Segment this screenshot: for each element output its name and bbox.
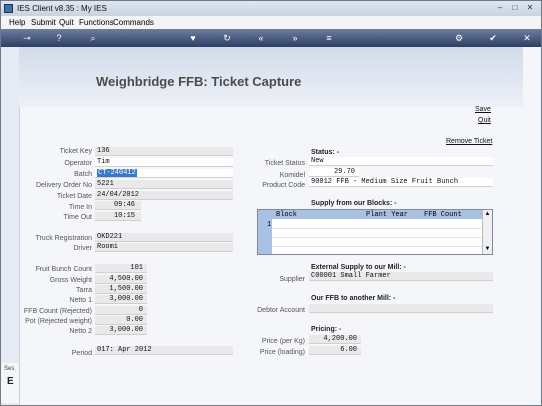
supplier-label: Supplier xyxy=(279,276,305,283)
maximize-button[interactable]: □ xyxy=(508,3,522,13)
product-code-label: Product Code xyxy=(262,182,305,189)
tarra-label: Tarra xyxy=(76,287,92,294)
side-strip xyxy=(1,47,20,405)
debtor-account-field[interactable] xyxy=(309,304,493,313)
menu-functions[interactable]: Functions xyxy=(79,18,114,27)
ffb-rejected-label: FFB Count (Rejected) xyxy=(23,308,92,315)
time-out-field[interactable]: 10:15 xyxy=(95,212,141,221)
save-link[interactable]: Save xyxy=(475,106,491,113)
driver-label: Driver xyxy=(73,245,92,252)
menu-help[interactable]: Help xyxy=(9,18,25,27)
price-loading-field[interactable]: 6.00 xyxy=(309,346,361,355)
grid-header: Block Plant Year FFB Count xyxy=(258,210,484,219)
key-icon[interactable]: ⊸ xyxy=(17,33,37,43)
remove-ticket-link[interactable]: Remove Ticket xyxy=(446,138,492,145)
toolbar: ⊸ ? ⌕ ♥ ↻ « » ≡ ⚙ ✔ ✕ xyxy=(1,29,541,47)
bottom-left-strip: Ses E xyxy=(1,363,20,403)
fruit-bunch-count-field[interactable]: 101 xyxy=(95,264,147,273)
ffb-rejected-field[interactable]: 0 xyxy=(95,306,147,315)
gross-weight-field[interactable]: 4,500.00 xyxy=(95,275,147,284)
help-icon[interactable]: ? xyxy=(53,33,65,43)
search-icon[interactable]: ⌕ xyxy=(87,33,99,43)
time-out-label: Time Out xyxy=(63,214,92,221)
delivery-order-label: Delivery Order No xyxy=(35,182,92,189)
ticket-date-label: Ticket Date xyxy=(56,193,92,200)
price-loading-label: Price (loading) xyxy=(259,349,305,356)
status-header: Status: - xyxy=(311,149,339,156)
netto-1-label: Netto 1 xyxy=(69,297,92,304)
menu-icon[interactable]: ≡ xyxy=(323,33,335,43)
driver-field[interactable]: Roomi xyxy=(95,243,233,252)
menu-submit[interactable]: Submit xyxy=(31,18,56,27)
price-per-kg-label: Price (per Kg) xyxy=(261,338,305,345)
menu-bar: Help Submit Quit Functions Commands xyxy=(1,16,541,29)
netto-2-field: 3,000.00 xyxy=(95,326,147,335)
batch-field[interactable]: CT-240412 xyxy=(95,169,233,178)
gear-icon[interactable]: ⚙ xyxy=(453,33,465,43)
app-window: IES Client v8.35 : My IES – □ ✕ Help Sub… xyxy=(0,0,542,406)
operator-label: Operator xyxy=(64,160,92,167)
truck-registration-label: Truck Registration xyxy=(35,235,92,242)
table-row[interactable] xyxy=(272,237,484,247)
batch-label: Batch xyxy=(74,171,92,178)
debtor-account-label: Debtor Account xyxy=(257,307,305,314)
forward-icon[interactable]: » xyxy=(289,33,301,43)
menu-quit[interactable]: Quit xyxy=(59,18,74,27)
delivery-order-field[interactable]: 5221 xyxy=(95,180,233,189)
komidel-field: 29.70 xyxy=(309,168,359,177)
truck-registration-field[interactable]: OKD221 xyxy=(95,233,233,242)
col-block[interactable]: Block xyxy=(276,211,297,219)
close-window-button[interactable]: ✕ xyxy=(523,3,537,13)
supply-blocks-grid[interactable]: Block Plant Year FFB Count 1 ▲ ▼ xyxy=(257,209,493,255)
netto-1-field: 3,000.00 xyxy=(95,295,147,304)
external-supply-header: External Supply to our Mill: - xyxy=(311,264,406,271)
komidel-label: Komidel xyxy=(279,172,305,179)
our-ffb-header: Our FFB to another Mill: - xyxy=(311,295,396,302)
ticket-key-field[interactable]: 136 xyxy=(95,147,233,156)
app-icon xyxy=(4,4,13,13)
pot-rejected-label: Pot (Rejected weight) xyxy=(25,318,92,325)
batch-value: CT-240412 xyxy=(97,169,137,177)
pot-rejected-field[interactable]: 0.00 xyxy=(95,316,147,325)
col-ffb-count[interactable]: FFB Count xyxy=(424,211,462,219)
product-code-field[interactable]: 90012 FFB - Medium Size Fruit Bunch xyxy=(309,178,493,187)
minimize-button[interactable]: – xyxy=(493,3,507,13)
session-label: Ses xyxy=(4,366,15,372)
scroll-up-icon[interactable]: ▲ xyxy=(483,210,492,219)
quit-link[interactable]: Quit xyxy=(478,117,491,124)
row-number: 1 xyxy=(267,221,272,229)
refresh-icon[interactable]: ↻ xyxy=(221,33,233,43)
ticket-key-label: Ticket Key xyxy=(59,148,92,155)
supplier-field[interactable]: C00001 Small Farmer xyxy=(309,272,493,281)
gross-weight-label: Gross Weight xyxy=(49,277,92,284)
check-icon[interactable]: ✔ xyxy=(487,33,499,43)
menu-commands[interactable]: Commands xyxy=(113,18,154,27)
col-plant-year[interactable]: Plant Year xyxy=(366,211,408,219)
window-title: IES Client v8.35 : My IES xyxy=(17,4,107,13)
operator-field[interactable]: Tim xyxy=(95,158,233,167)
back-icon[interactable]: « xyxy=(255,33,267,43)
heart-icon[interactable]: ♥ xyxy=(187,33,199,43)
tarra-field[interactable]: 1,500.00 xyxy=(95,285,147,294)
page-title: Weighbridge FFB: Ticket Capture xyxy=(96,74,302,89)
period-field[interactable]: 017: Apr 2012 xyxy=(95,346,233,355)
time-in-field[interactable]: 09:46 xyxy=(95,201,141,210)
pricing-header: Pricing: - xyxy=(311,326,342,333)
supply-header: Supply from our Blocks: - xyxy=(311,200,397,207)
scroll-down-icon[interactable]: ▼ xyxy=(483,245,492,254)
title-bar: IES Client v8.35 : My IES – □ ✕ xyxy=(1,1,541,16)
close-icon[interactable]: ✕ xyxy=(521,33,533,43)
fruit-bunch-count-label: Fruit Bunch Count xyxy=(35,266,92,273)
time-in-label: Time In xyxy=(68,204,92,211)
ticket-status-label: Ticket Status xyxy=(264,160,305,167)
ticket-date-field[interactable]: 24/04/2012 xyxy=(95,191,233,200)
session-letter: E xyxy=(7,376,14,387)
period-label: Period xyxy=(71,350,92,357)
ticket-status-field: New xyxy=(309,157,493,166)
price-per-kg-field[interactable]: 4,200.00 xyxy=(309,335,361,344)
netto-2-label: Netto 2 xyxy=(69,328,92,335)
grid-scrollbar[interactable]: ▲ ▼ xyxy=(482,210,492,254)
